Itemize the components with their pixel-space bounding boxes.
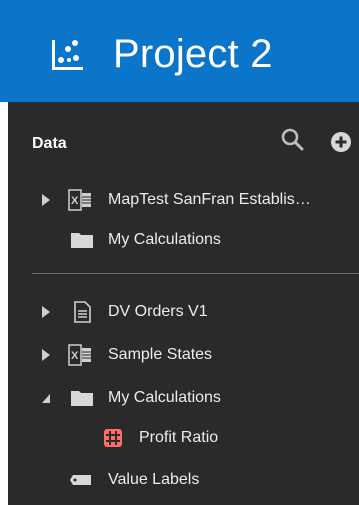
tree-item-label: Value Labels: [108, 471, 200, 488]
tree-item-label: Sample States: [108, 346, 213, 363]
chevron-right-icon[interactable]: [41, 194, 51, 206]
project-title: Project 2: [113, 32, 273, 76]
tree-item-label: MapTest SanFran Establis…: [108, 191, 311, 208]
project-header: Project 2: [0, 0, 359, 102]
tree-item-label: My Calculations: [108, 389, 221, 406]
chevron-right-icon[interactable]: [41, 306, 51, 318]
left-border: [0, 102, 8, 505]
add-circle-icon[interactable]: [329, 130, 353, 154]
search-icon[interactable]: [280, 127, 304, 151]
folder-icon: [71, 391, 93, 406]
scatter-plot-icon: [52, 40, 83, 70]
calculation-icon: [104, 429, 122, 447]
svg-text:X: X: [71, 350, 79, 362]
tree-item-sample-states[interactable]: X Sample States: [8, 340, 359, 370]
tree-item-value-labels[interactable]: Value Labels: [8, 465, 359, 495]
folder-icon: [71, 233, 93, 248]
tag-icon: [70, 475, 91, 485]
panel-title: Data: [32, 135, 67, 152]
tree-item-label: Profit Ratio: [139, 429, 219, 446]
chevron-right-icon[interactable]: [41, 349, 51, 361]
svg-text:X: X: [71, 195, 79, 207]
excel-icon: X: [68, 189, 91, 211]
tree-item-profit-ratio[interactable]: Profit Ratio: [8, 423, 359, 453]
app: Project 2 Data X MapTest SanFran Establi…: [0, 0, 359, 505]
section-divider: [32, 273, 359, 274]
document-icon: [74, 301, 91, 323]
tree-item-my-calculations-expanded[interactable]: My Calculations: [8, 383, 359, 413]
tree-item-label: DV Orders V1: [108, 303, 208, 320]
data-panel: Data X MapTest SanFran Establis… My Calc…: [8, 102, 359, 505]
excel-icon: X: [68, 344, 91, 366]
tree-item-maptest[interactable]: X MapTest SanFran Establis…: [8, 185, 359, 215]
tree-item-label: My Calculations: [108, 231, 221, 248]
chevron-down-icon[interactable]: [41, 392, 51, 404]
tree-item-dv-orders[interactable]: DV Orders V1: [8, 297, 359, 327]
tree-item-my-calculations[interactable]: My Calculations: [8, 225, 359, 255]
